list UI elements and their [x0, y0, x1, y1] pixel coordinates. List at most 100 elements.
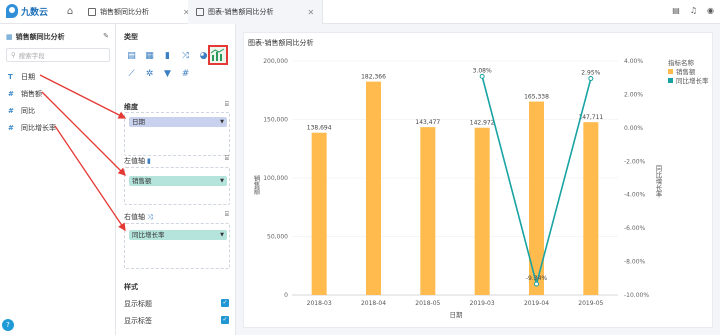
field-label: 同比: [21, 107, 35, 115]
home-icon[interactable]: ⌂: [64, 6, 76, 18]
x-tick-label: 2018-05: [415, 300, 440, 307]
top-bar: 九数云 ⌂ 销售额同比分析 ✕ 图表-销售额同比分析 ✕ ▤ ♫ ◉: [0, 0, 720, 24]
y-axis-label: 销售额: [252, 174, 260, 196]
y2-tick-label: -4.00%: [624, 192, 646, 199]
line-point: [588, 76, 594, 82]
line-point: [534, 281, 539, 287]
right-axis-dropzone[interactable]: 同比增长率 ▼: [124, 223, 230, 269]
bar-chart-icon[interactable]: ▮: [162, 51, 173, 62]
edit-icon[interactable]: ✎: [103, 32, 109, 40]
line-icon: ⤨: [147, 212, 153, 221]
caret-down-icon[interactable]: ▼: [220, 230, 224, 240]
bar: [366, 81, 381, 295]
combo-chart: 0 50,000 100,000 150,000 200,000 -10.00% -8.0…: [252, 58, 709, 319]
search-input[interactable]: ⚲ 搜索字段: [6, 48, 110, 62]
left-axis-dropzone[interactable]: 销售额 ▼: [124, 167, 230, 205]
table-icon: [88, 8, 96, 16]
legend-label-bar: 销售额: [676, 67, 696, 76]
funnel-chart-icon[interactable]: ▼: [162, 69, 173, 80]
tab-label: 图表-销售额同比分析: [208, 8, 274, 16]
crosstab-chart-icon[interactable]: ▦: [144, 51, 155, 62]
caret-down-icon[interactable]: ▼: [220, 117, 224, 127]
field-yoy[interactable]: # 同比: [8, 106, 35, 116]
user-icon[interactable]: ◉: [707, 6, 714, 15]
line-point: [479, 73, 485, 79]
tab-dataset[interactable]: 销售额同比分析 ✕: [80, 0, 199, 24]
y-tick-label: 100,000: [263, 175, 288, 182]
combo-chart-selected[interactable]: [208, 45, 228, 65]
dimension-pill[interactable]: 日期 ▼: [129, 117, 227, 127]
top-icons: ▤ ♫ ◉: [672, 6, 714, 15]
y2-tick-label: 2.00%: [624, 91, 643, 98]
number-type-icon: #: [8, 107, 14, 115]
field-label: 销售额: [21, 90, 42, 98]
tab-chart[interactable]: 图表-销售额同比分析 ✕: [188, 0, 324, 24]
show-label-checkbox[interactable]: ✓: [221, 316, 229, 324]
table-icon: ▦: [6, 33, 13, 41]
legend-title: 指标名称: [668, 58, 695, 67]
kpi-chart-icon[interactable]: #: [180, 69, 191, 80]
pill-label: 同比增长率: [132, 231, 165, 239]
table-chart-icon[interactable]: ▤: [126, 51, 137, 62]
show-label-label: 显示标签: [124, 317, 152, 325]
bar: [474, 127, 490, 295]
number-type-icon: #: [8, 90, 14, 98]
field-label: 日期: [21, 73, 35, 81]
legend: 指标名称 销售额 同比增长率: [668, 58, 709, 85]
field-yoy-rate[interactable]: # 同比增长率: [8, 123, 56, 133]
line-data-label: 3.08%: [473, 67, 492, 74]
search-icon: ⚲: [11, 51, 16, 59]
bar-data-label: 165,338: [524, 94, 549, 101]
chart-icon: [196, 8, 204, 16]
style-title: 样式: [124, 283, 138, 291]
combo-chart-icon: [210, 48, 225, 61]
help-icon[interactable]: ?: [2, 319, 14, 331]
right-axis-title: 右值轴 ⤨: [124, 212, 153, 222]
lock-icon[interactable]: ⌸: [225, 154, 229, 163]
x-axis-label: 日期: [450, 311, 464, 319]
y2-axis-label: 同比增长率: [654, 165, 662, 199]
field-panel: ▦ 销售额同比分析 ✎ ⚲ 搜索字段 T 日期 # 销售额 # 同比 # 同比增…: [0, 24, 116, 335]
app-logo[interactable]: 九数云: [6, 4, 48, 18]
left-axis-pill[interactable]: 销售额 ▼: [129, 176, 227, 186]
x-tick-label: 2019-05: [578, 300, 603, 307]
text-type-icon: T: [8, 73, 13, 81]
lock-icon[interactable]: ⌸: [225, 100, 229, 109]
gear-chart-icon[interactable]: ✲: [144, 69, 155, 80]
line-chart-icon[interactable]: ⤨: [180, 51, 191, 62]
bell-icon[interactable]: ♫: [690, 6, 697, 15]
dimension-title: 维度: [124, 103, 138, 111]
y2-tick-label: -6.00%: [624, 225, 646, 232]
caret-down-icon[interactable]: ▼: [220, 176, 224, 186]
y-tick-label: 150,000: [263, 117, 288, 124]
right-axis-pill[interactable]: 同比增长率 ▼: [129, 230, 227, 240]
y-tick-label: 0: [284, 292, 288, 299]
field-sales[interactable]: # 销售额: [8, 89, 42, 99]
bar-data-label: 182,366: [361, 74, 386, 81]
grid: [292, 60, 618, 296]
show-title-checkbox[interactable]: ✓: [221, 299, 229, 307]
x-tick-label: 2019-04: [524, 300, 549, 307]
legend-swatch-bar: [668, 69, 673, 74]
y2-tick-label: 4.00%: [624, 58, 643, 65]
bar-icon: ▮: [147, 157, 151, 165]
line-data-label: -9.34%: [526, 275, 548, 282]
bar: [311, 132, 327, 295]
left-axis-label: 左值轴: [124, 157, 145, 165]
pill-label: 日期: [132, 118, 145, 126]
bar: [420, 127, 436, 295]
close-icon[interactable]: ✕: [308, 8, 315, 17]
y2-tick-label: -10.00%: [624, 292, 649, 299]
logo-text: 九数云: [21, 7, 49, 18]
field-date[interactable]: T 日期: [8, 72, 35, 82]
lock-icon[interactable]: ⌸: [225, 210, 229, 219]
y-tick-label: 50,000: [267, 234, 288, 241]
scatter-chart-icon[interactable]: ⟋: [126, 69, 137, 80]
calendar-icon[interactable]: ▤: [672, 6, 680, 15]
x-tick-label: 2018-04: [361, 300, 386, 307]
left-axis-ticks: 0 50,000 100,000 150,000 200,000: [263, 58, 288, 299]
chart-panel: 图表-销售额同比分析 0 50,000 100,000 150,000 200,000 …: [243, 32, 713, 328]
y2-tick-label: -2.00%: [624, 158, 646, 165]
bar-data-label: 143,477: [415, 119, 440, 126]
dimension-dropzone[interactable]: 日期 ▼: [124, 112, 230, 156]
